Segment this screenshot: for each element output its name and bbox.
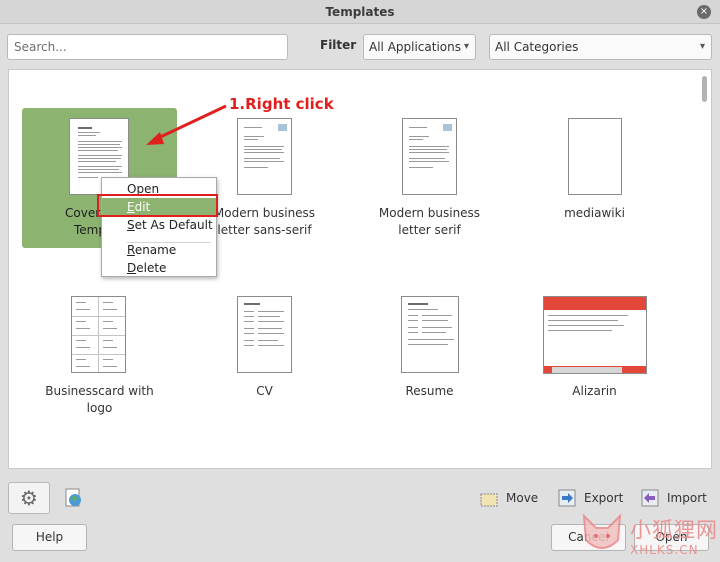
import-button[interactable]: Import [641, 488, 711, 508]
template-thumbnail [568, 118, 622, 195]
move-label: Move [506, 491, 539, 505]
help-button[interactable]: Help [12, 524, 87, 551]
template-tile-cv[interactable]: CV [187, 288, 342, 428]
browse-online-icon[interactable] [64, 488, 82, 508]
import-label: Import [667, 491, 707, 505]
template-thumbnail [401, 296, 459, 373]
template-thumbnail [402, 118, 457, 195]
gear-icon: ⚙ [20, 486, 38, 510]
watermark: 小狐狸网 XHLKS.CN [580, 510, 720, 562]
menu-item-rename[interactable]: Rename [102, 241, 216, 259]
template-name: Modern business [378, 206, 481, 220]
template-thumbnail [71, 296, 126, 373]
annotation-arrow-icon [146, 104, 227, 145]
move-button[interactable]: Move [480, 488, 540, 508]
menu-item-set-as-default[interactable]: Set As Default [102, 216, 216, 234]
template-name: mediawiki [564, 206, 625, 220]
search-input[interactable] [7, 34, 288, 60]
chevron-down-icon: ▾ [463, 41, 469, 52]
window-title: Templates [325, 5, 395, 19]
filter-label: Filter [320, 38, 357, 52]
export-icon [558, 489, 576, 507]
close-icon[interactable]: × [697, 5, 711, 19]
template-thumbnail [237, 118, 292, 195]
settings-button[interactable]: ⚙ [8, 482, 50, 514]
menu-item-delete[interactable]: Delete [102, 259, 216, 277]
category-filter-dropdown[interactable]: All Categories ▾ [489, 34, 712, 60]
template-tile-resume[interactable]: Resume [352, 288, 507, 428]
template-tile-mediawiki[interactable]: mediawiki [517, 108, 672, 248]
template-name: Resume [405, 384, 454, 398]
watermark-en: XHLKS.CN [630, 543, 699, 557]
vertical-scrollbar[interactable] [702, 76, 707, 102]
annotation-label: 1.Right click [229, 95, 334, 113]
template-name: Alizarin [572, 384, 617, 398]
template-tile-businesscard[interactable]: Businesscard with logo [22, 288, 177, 428]
application-filter-value: All Applications [369, 40, 461, 54]
export-label: Export [584, 491, 624, 505]
template-name: logo [86, 401, 113, 415]
context-menu: Open Edit Set As Default Rename Delete [101, 177, 217, 277]
template-tile-modern-business-serif[interactable]: Modern business letter serif [352, 108, 507, 248]
template-thumbnail [543, 296, 647, 374]
import-icon [641, 489, 659, 507]
template-name: Businesscard with [45, 384, 154, 398]
move-icon [480, 493, 498, 507]
template-name: letter serif [398, 223, 461, 237]
fox-logo-icon [582, 513, 622, 549]
chevron-down-icon: ▾ [699, 41, 705, 52]
category-filter-value: All Categories [495, 40, 579, 54]
title-bar: Templates × [0, 0, 720, 24]
template-tile-alizarin[interactable]: Alizarin [517, 288, 672, 428]
application-filter-dropdown[interactable]: All Applications ▾ [363, 34, 476, 60]
template-thumbnail [237, 296, 292, 373]
annotation-highlight-box [97, 194, 218, 217]
export-button[interactable]: Export [558, 488, 626, 508]
watermark-cn: 小狐狸网 [630, 518, 718, 542]
template-name: CV [256, 384, 273, 398]
